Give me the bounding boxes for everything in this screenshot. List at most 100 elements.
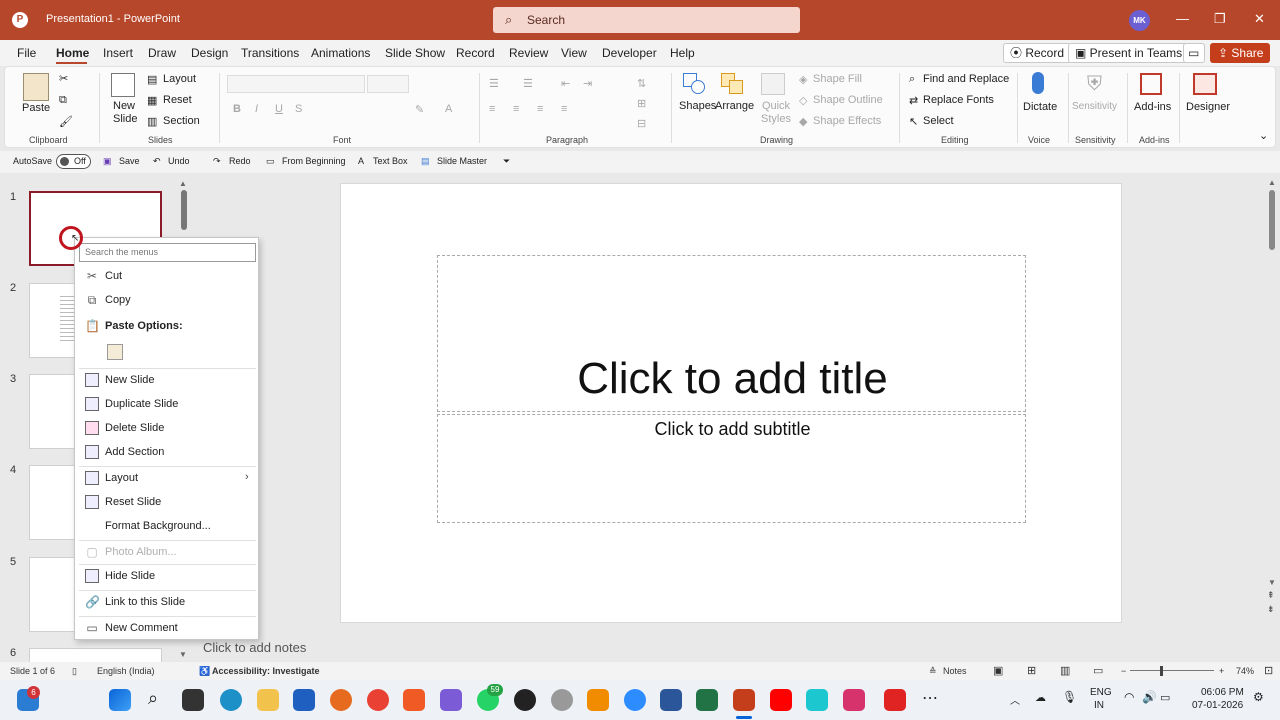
bold-icon[interactable]: B	[233, 103, 241, 115]
normal-view-icon[interactable]: ▣	[993, 664, 1003, 677]
find-replace-button[interactable]: Find and Replace	[923, 73, 1009, 85]
quick-styles-button[interactable]: Quick Styles	[759, 100, 793, 126]
tab-draw[interactable]: Draw	[148, 46, 176, 60]
language-indicator[interactable]: ENG	[1090, 687, 1112, 698]
file-explorer-icon[interactable]	[257, 689, 279, 711]
save-button[interactable]: Save	[119, 156, 140, 166]
brave-icon[interactable]	[403, 689, 425, 711]
cut-icon[interactable]: ✂	[59, 72, 68, 85]
menu-item-cut[interactable]: ✂ Cut	[75, 266, 258, 288]
clock-time[interactable]: 06:06 PM	[1201, 687, 1244, 698]
thumbnail-scrollbar[interactable]	[181, 190, 187, 230]
increase-indent-icon[interactable]: ⇥	[583, 77, 592, 90]
app-icon[interactable]	[843, 689, 865, 711]
redo-button[interactable]: Redo	[229, 156, 251, 166]
menu-item-duplicate-slide[interactable]: Duplicate Slide	[75, 394, 258, 416]
more-icon[interactable]: ⋯	[922, 688, 938, 708]
tab-slide-show[interactable]: Slide Show	[385, 46, 445, 60]
font-name-dropdown[interactable]	[227, 75, 365, 93]
task-view-icon[interactable]	[182, 689, 204, 711]
menu-item-layout[interactable]: Layout ›	[75, 468, 258, 490]
undo-button[interactable]: Undo	[168, 156, 190, 166]
menu-item-format-background[interactable]: Format Background...	[75, 516, 258, 538]
tab-home[interactable]: Home	[56, 46, 89, 60]
menu-item-add-section[interactable]: Add Section	[75, 442, 258, 464]
tab-review[interactable]: Review	[509, 46, 548, 60]
sensitivity-button[interactable]: Sensitivity	[1072, 101, 1117, 112]
tab-insert[interactable]: Insert	[103, 46, 133, 60]
accessibility-status[interactable]: Accessibility: Investigate	[212, 666, 320, 676]
slideshow-view-icon[interactable]: ▭	[1093, 664, 1103, 677]
format-painter-icon[interactable]: 🖌	[59, 115, 73, 128]
subtitle-placeholder[interactable]: Click to add subtitle	[437, 414, 1026, 523]
scroll-up-icon[interactable]: ▲	[179, 179, 187, 188]
dictate-button[interactable]: Dictate	[1023, 101, 1057, 113]
cloud-icon[interactable]: ☁	[1035, 691, 1046, 704]
align-center-icon[interactable]: ≡	[513, 103, 519, 115]
language[interactable]: English (India)	[97, 666, 155, 676]
shapes-button[interactable]: Shapes	[679, 100, 716, 112]
powerpoint-icon[interactable]	[733, 689, 755, 711]
shape-fill-button[interactable]: Shape Fill	[813, 73, 862, 85]
zoom-slider-thumb[interactable]	[1160, 666, 1163, 676]
designer-button[interactable]: Designer	[1186, 101, 1230, 113]
clock-date[interactable]: 07-01-2026	[1192, 700, 1243, 711]
zoom-slider[interactable]	[1130, 670, 1214, 671]
underline-icon[interactable]: U	[275, 103, 283, 115]
text-box-button[interactable]: Text Box	[373, 156, 408, 166]
zoom-out-icon[interactable]: −	[1121, 666, 1126, 676]
paste-keep-source-icon[interactable]	[107, 344, 123, 360]
scroll-down-icon[interactable]: ▼	[179, 650, 187, 659]
menu-item-new-comment[interactable]: ▭ New Comment	[75, 618, 258, 640]
app-icon[interactable]	[551, 689, 573, 711]
avatar[interactable]: MK	[1129, 10, 1150, 31]
title-placeholder[interactable]: Click to add title	[437, 255, 1026, 412]
word-icon[interactable]	[660, 689, 682, 711]
bullets-icon[interactable]: ☰	[489, 77, 499, 90]
battery-icon[interactable]: ▭	[1160, 691, 1170, 704]
fit-slide-icon[interactable]: ⊡	[1264, 664, 1273, 677]
chrome-icon[interactable]	[367, 689, 389, 711]
slide-scrollbar[interactable]	[1269, 190, 1275, 250]
align-text-icon[interactable]: ⊞	[637, 97, 646, 110]
italic-icon[interactable]: I	[255, 103, 258, 115]
maximize-icon[interactable]: ❐	[1214, 11, 1226, 27]
highlight-icon[interactable]: ✎	[415, 103, 424, 116]
tab-help[interactable]: Help	[670, 46, 695, 60]
youtube-icon[interactable]	[770, 689, 792, 711]
select-button[interactable]: Select	[923, 115, 954, 127]
previous-slide-icon[interactable]: ⇞	[1267, 590, 1275, 601]
collapse-ribbon-icon[interactable]: ⌄	[1259, 129, 1268, 142]
menu-item-link-to-slide[interactable]: 🔗 Link to this Slide	[75, 592, 258, 614]
menu-item-hide-slide[interactable]: Hide Slide	[75, 566, 258, 588]
scroll-up-icon[interactable]: ▲	[1268, 178, 1276, 187]
autosave-toggle[interactable]: Off	[56, 154, 91, 169]
scroll-down-icon[interactable]: ▼	[1268, 578, 1276, 587]
strikethrough-icon[interactable]: S	[295, 103, 302, 115]
minimize-icon[interactable]: —	[1176, 11, 1189, 26]
slide-thumbnail[interactable]	[29, 648, 162, 662]
reading-view-icon[interactable]: ▥	[1060, 664, 1070, 677]
record-button[interactable]: ⦿ Record	[1003, 43, 1072, 63]
shape-effects-button[interactable]: Shape Effects	[813, 115, 881, 127]
share-button[interactable]: ⇪ Share	[1210, 43, 1270, 63]
edge-icon[interactable]	[220, 689, 242, 711]
slide-canvas[interactable]: Click to add title Click to add subtitle	[340, 183, 1122, 623]
tab-view[interactable]: View	[561, 46, 587, 60]
menu-item-delete-slide[interactable]: Delete Slide	[75, 418, 258, 440]
store-icon[interactable]	[293, 689, 315, 711]
menu-item-new-slide[interactable]: New Slide	[75, 370, 258, 392]
smartart-icon[interactable]: ⊟	[637, 117, 646, 130]
copy-icon[interactable]: ⧉	[59, 94, 67, 107]
excel-icon[interactable]	[696, 689, 718, 711]
decrease-indent-icon[interactable]: ⇤	[561, 77, 570, 90]
add-ins-button[interactable]: Add-ins	[1134, 101, 1171, 113]
microphone-icon[interactable]: 🎙	[1062, 690, 1077, 704]
next-slide-icon[interactable]: ⇟	[1267, 604, 1275, 615]
tab-record[interactable]: Record	[456, 46, 495, 60]
volume-icon[interactable]: 🔊	[1142, 690, 1157, 704]
font-color-icon[interactable]: A	[445, 103, 452, 115]
m365-icon[interactable]	[440, 689, 462, 711]
menu-item-reset-slide[interactable]: Reset Slide	[75, 492, 258, 514]
shape-outline-button[interactable]: Shape Outline	[813, 94, 883, 106]
